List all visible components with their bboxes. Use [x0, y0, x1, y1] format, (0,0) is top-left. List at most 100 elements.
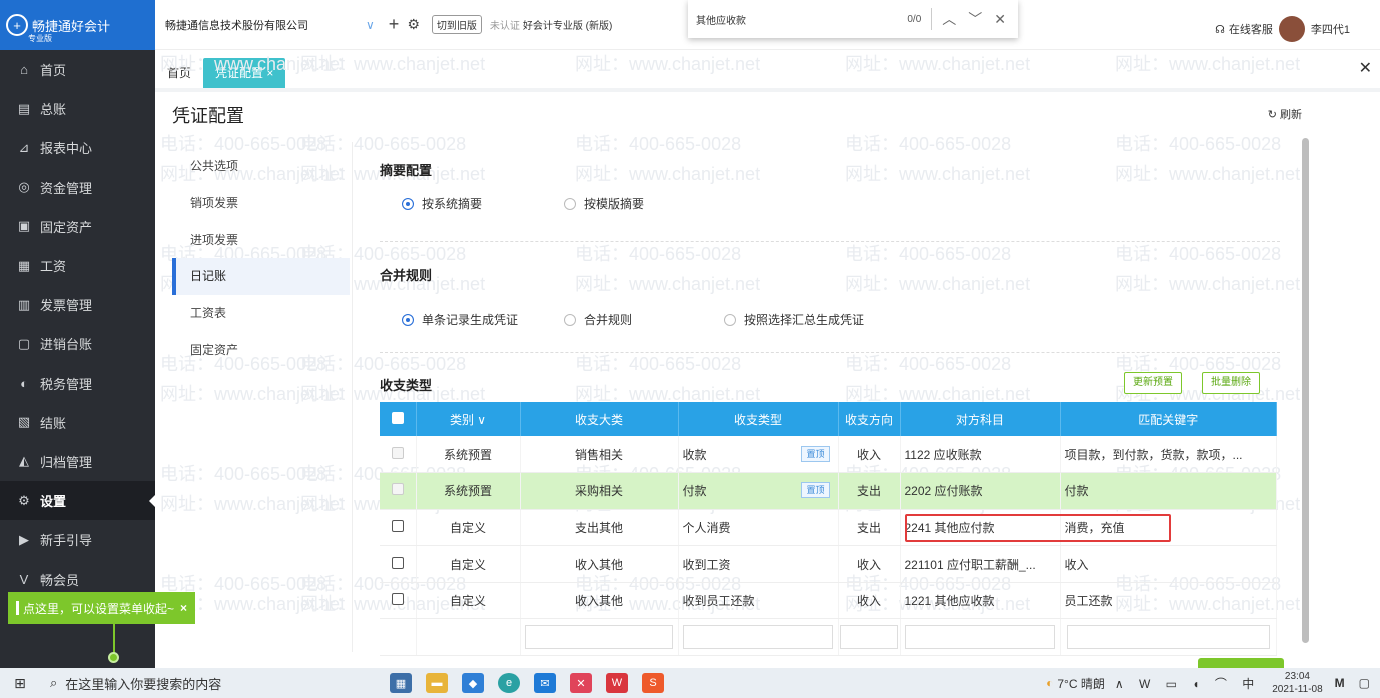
refresh-button[interactable]: ↻ 刷新 — [1268, 106, 1302, 122]
row-select[interactable] — [380, 436, 417, 474]
radio-checked[interactable] — [402, 313, 414, 326]
column-header[interactable]: 类别 ∨ — [416, 402, 521, 436]
close-icon[interactable]: ✕ — [994, 11, 1006, 28]
row-checkbox[interactable] — [391, 556, 404, 569]
scrollbar[interactable] — [1302, 138, 1309, 643]
notification-icon[interactable]: ▢ — [1359, 676, 1370, 690]
row-checkbox[interactable] — [391, 593, 404, 606]
tab-home[interactable]: 首页 — [155, 58, 203, 88]
sidebar-item-8[interactable]: ◐ 税务管理 — [0, 364, 155, 403]
plus-icon[interactable]: + — [389, 14, 400, 35]
clock[interactable]: 23:04 2021-11-08 — [1272, 670, 1322, 696]
windows-start-icon[interactable]: ⊞ — [0, 675, 40, 692]
sidebar-item-7[interactable]: ▢ 进销台账 — [0, 324, 155, 363]
taskbar-search[interactable]: ⌕ 在这里输入你要搜索的内容 — [50, 674, 280, 693]
pin-top-tag[interactable]: 置顶 — [801, 482, 830, 499]
radio-checked[interactable] — [402, 197, 414, 210]
radio-template-summary[interactable]: 按模版摘要 — [564, 195, 644, 212]
row-checkbox[interactable] — [391, 519, 404, 532]
close-icon[interactable]: ✕ — [1359, 58, 1372, 78]
weather-text[interactable]: 7°C 晴朗 — [1057, 675, 1104, 692]
row-checkbox[interactable] — [391, 483, 404, 496]
batch-delete-button[interactable]: 批量删除 — [1202, 372, 1260, 394]
edge-browser-icon[interactable]: e — [498, 673, 520, 693]
online-support-link[interactable]: 在线客服 — [1229, 21, 1273, 37]
new-major-input[interactable] — [525, 625, 673, 650]
select-all-checkbox[interactable] — [391, 411, 404, 424]
table-row[interactable]: 自定义 收入其他 收到员工还款 收入 1221 其他应收款 员工还款 — [380, 582, 1277, 620]
new-row-cell — [678, 618, 839, 657]
tab-voucher-config[interactable]: 凭证配置 × — [203, 58, 286, 88]
sidebar-item-2[interactable]: ⊿ 报表中心 — [0, 128, 155, 167]
pin-top-tag[interactable]: 置顶 — [801, 445, 830, 462]
watermark-site: 网址：www.chanjet.net — [845, 164, 1031, 184]
app-icon[interactable]: ◆ — [462, 673, 484, 693]
calculator-icon[interactable]: ▦ — [390, 673, 412, 693]
brand-logo[interactable]: + 畅捷通好会计 专业版 — [0, 0, 155, 50]
collapse-menu-tip[interactable]: 点这里，可以设置菜单收起~ × — [8, 592, 196, 624]
sidebar-item-12[interactable]: ▶ 新手引导 — [0, 520, 155, 559]
chevron-down-icon[interactable]: ﹀ — [968, 9, 982, 29]
switch-old-version-button[interactable]: 切到旧版 — [431, 15, 482, 34]
sidebar-item-6[interactable]: ▥ 发票管理 — [0, 285, 155, 324]
radio-merge-rule[interactable]: 合并规则 — [564, 311, 632, 328]
new-dir-input[interactable] — [840, 625, 898, 650]
submenu-item-0[interactable]: 公共选项 — [172, 148, 350, 185]
sidebar-item-4[interactable]: ▣ 固定资产 — [0, 207, 155, 246]
new-account-input[interactable] — [905, 625, 1055, 650]
row-select[interactable] — [380, 582, 417, 620]
new-type-input[interactable] — [683, 625, 833, 650]
row-select[interactable] — [380, 472, 417, 510]
chevron-up-icon[interactable]: ︿ — [942, 9, 956, 29]
radio-unchecked[interactable] — [724, 313, 736, 326]
gear-icon[interactable]: ⚙ — [407, 16, 420, 33]
app-icon[interactable]: S — [642, 673, 664, 693]
bottom-action-button[interactable] — [1198, 658, 1284, 668]
new-keywords-input[interactable] — [1066, 625, 1270, 650]
row-select[interactable] — [380, 509, 417, 547]
headset-icon[interactable]: ☊ — [1215, 23, 1225, 36]
table-row[interactable]: 系统预置 销售相关 收款 置顶 收入 1122 应收账款 项目款，到付款，货款，款项，... — [380, 436, 1277, 474]
submenu-item-4[interactable]: 工资表 — [172, 295, 350, 332]
verify-status[interactable]: 未认证 — [490, 17, 520, 32]
cell-account: 1221 其他应收款 — [900, 582, 1061, 620]
radio-unchecked[interactable] — [564, 197, 576, 210]
table-row[interactable]: 系统预置 采购相关 付款 置顶 支出 2202 应付账款 付款 — [380, 472, 1277, 510]
sidebar-item-10[interactable]: ◭ 归档管理 — [0, 442, 155, 481]
radio-single-record[interactable]: 单条记录生成凭证 — [402, 311, 518, 328]
file-explorer-icon[interactable]: ▬ — [426, 673, 448, 693]
update-preset-button[interactable]: 更新预置 — [1124, 372, 1182, 394]
row-checkbox[interactable] — [391, 446, 404, 459]
table-row[interactable]: 自定义 收入其他 收到工资 收入 221101 应付职工薪酬_... 收入 — [380, 545, 1277, 583]
row-select[interactable] — [380, 545, 417, 583]
mail-icon[interactable]: ✉ — [534, 673, 556, 693]
submenu-item-2[interactable]: 进项发票 — [172, 222, 350, 259]
radio-summary-by-selection[interactable]: 按照选择汇总生成凭证 — [724, 311, 864, 328]
tip-anchor-dot[interactable] — [108, 652, 119, 663]
chevron-down-icon[interactable]: ∨ — [366, 18, 375, 32]
submenu-item-5[interactable]: 固定资产 — [172, 332, 350, 369]
avatar[interactable] — [1278, 16, 1305, 42]
tray-icons[interactable]: ∧ W ▭ ◖ ⌒ 中 — [1115, 675, 1260, 692]
app-icon[interactable]: ✕ — [570, 673, 592, 693]
column-header: 收支大类 — [520, 402, 679, 436]
sidebar-item-11[interactable]: ⚙ 设置 — [0, 481, 155, 521]
sidebar-item-3[interactable]: ◎ 资金管理 — [0, 168, 155, 207]
radio-system-summary[interactable]: 按系统摘要 — [402, 195, 482, 212]
cell-keywords: 付款 — [1060, 472, 1277, 510]
input-method-icon[interactable]: M — [1335, 676, 1345, 690]
sidebar-item-9[interactable]: ▧ 结账 — [0, 403, 155, 442]
select-all-header[interactable] — [380, 402, 417, 436]
sidebar-item-5[interactable]: ▦ 工资 — [0, 246, 155, 285]
radio-unchecked[interactable] — [564, 313, 576, 326]
ledger-icon: ▤ — [17, 100, 31, 116]
sidebar-item-0[interactable]: ⌂ 首页 — [0, 50, 155, 89]
submenu-item-3[interactable]: 日记账 — [172, 258, 350, 296]
close-icon[interactable]: × — [180, 601, 187, 615]
wps-icon[interactable]: W — [606, 673, 628, 693]
system-tray: ◐ 7°C 晴朗 ∧ W ▭ ◖ ⌒ 中 23:04 2021-11-08 M … — [1046, 668, 1370, 698]
user-name[interactable]: 李四代1 — [1311, 21, 1350, 37]
submenu-item-1[interactable]: 销项发票 — [172, 185, 350, 222]
sidebar-item-1[interactable]: ▤ 总账 — [0, 89, 155, 128]
find-input[interactable]: 其他应收款 — [696, 12, 746, 27]
